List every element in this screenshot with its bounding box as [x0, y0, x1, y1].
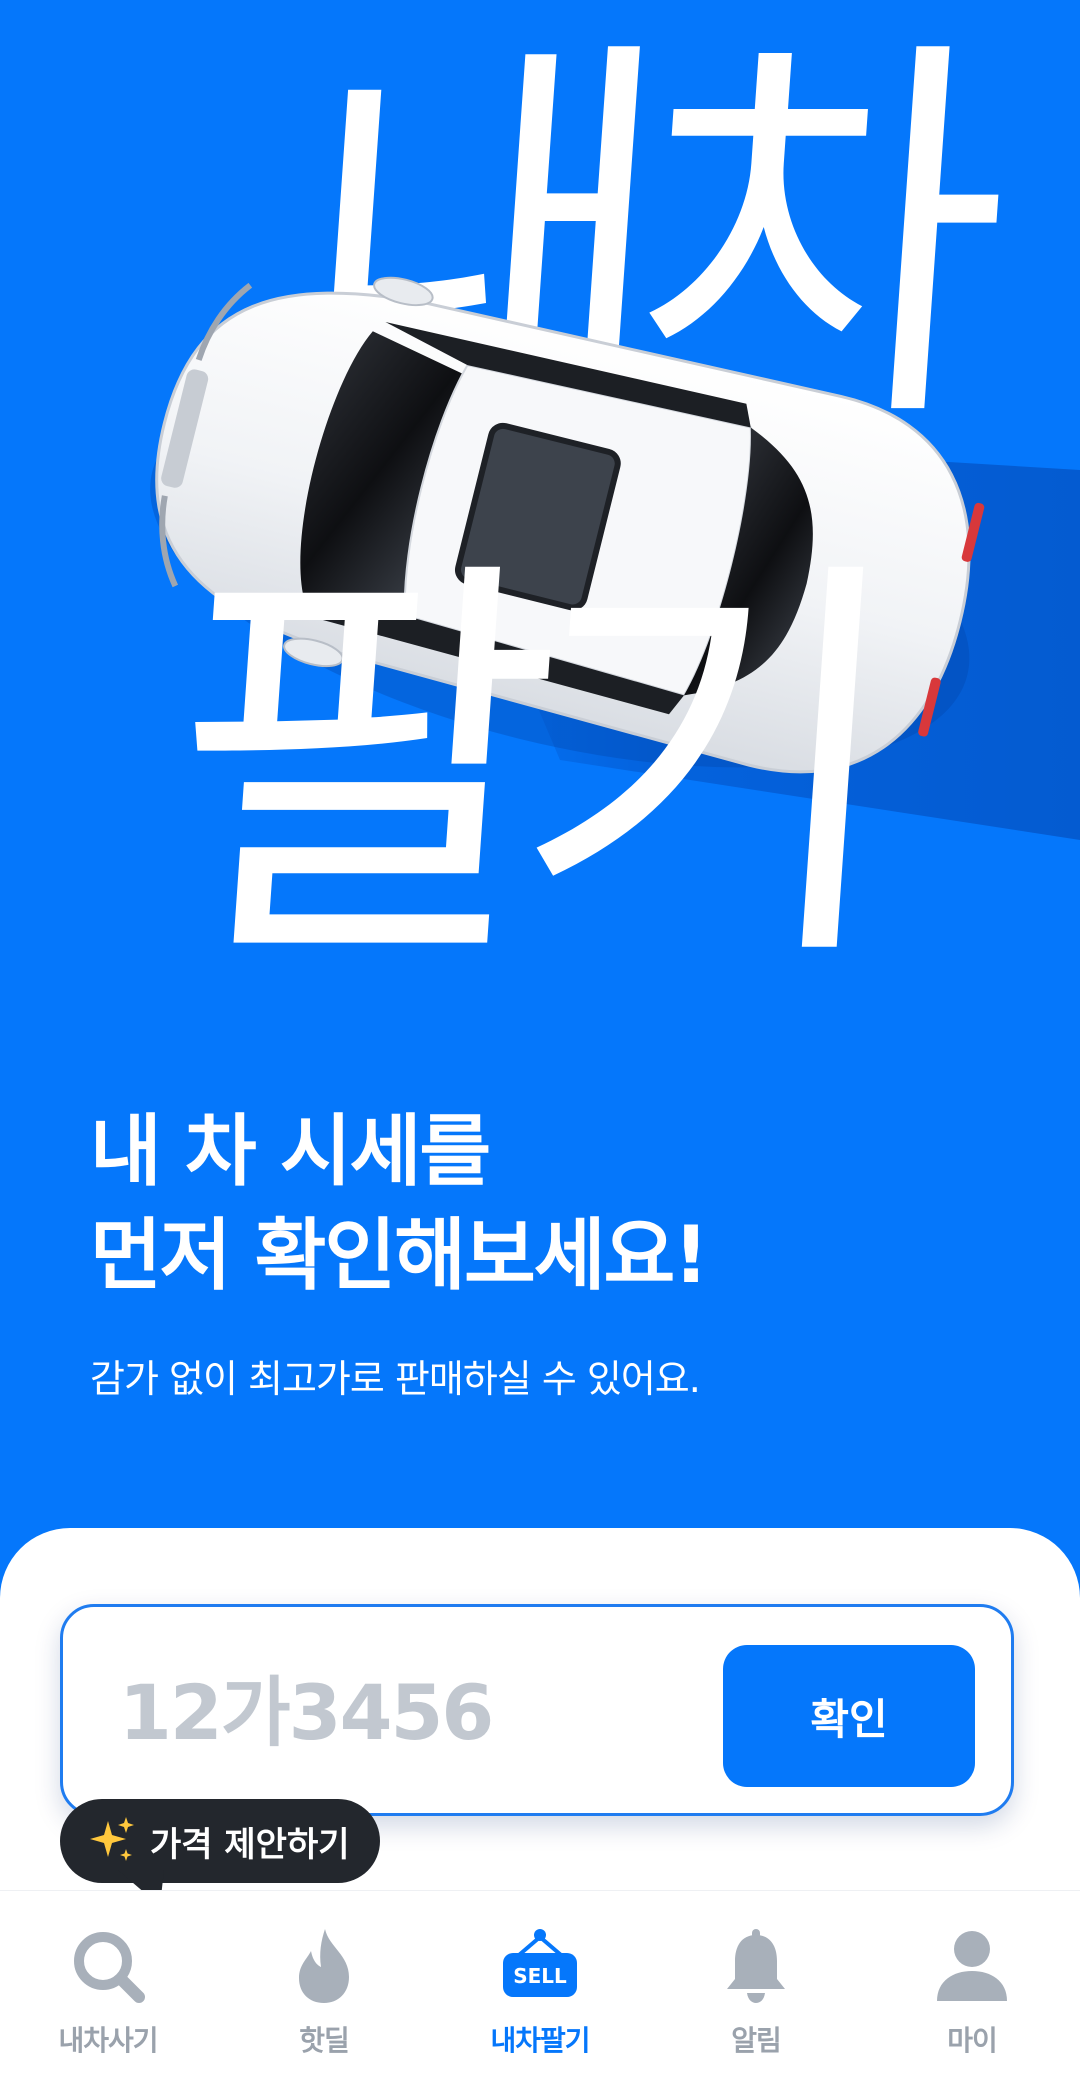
price-offer-tooltip[interactable]: 가격 제안하기 [60, 1799, 380, 1883]
tab-label: 내차사기 [58, 2024, 158, 2057]
tab-sell-car[interactable]: SELL 내차팔기 [432, 1891, 648, 2098]
headline-line-1: 내 차 시세를 [90, 1107, 491, 1197]
plate-number-form: 확인 [60, 1604, 1014, 1816]
hero-banner: 내차 팔기 내 차 시세를 먼저 확인해보세요! 감가 없이 최고가로 판매하실… [0, 0, 1080, 1600]
tab-label: 마이 [947, 2024, 998, 2057]
bottom-tab-bar: 내차사기 핫딜 SELL 내차팔기 알림 마이 [0, 1890, 1080, 2098]
headline-line-2: 먼저 확인해보세요! [90, 1211, 709, 1301]
hero-big-text-bottom: 팔기 [152, 525, 880, 1014]
tab-buy-car[interactable]: 내차사기 [0, 1891, 216, 2098]
page-headline: 내 차 시세를 먼저 확인해보세요! [90, 1100, 709, 1308]
confirm-button[interactable]: 확인 [723, 1645, 975, 1787]
fire-icon [299, 1929, 349, 2003]
sell-sign-text: SELL [513, 1964, 567, 1988]
tab-label: 알림 [731, 2024, 782, 2057]
search-icon [74, 1932, 145, 2003]
tab-notifications[interactable]: 알림 [648, 1891, 864, 2098]
tab-hot-deal[interactable]: 핫딜 [216, 1891, 432, 2098]
tooltip-label: 가격 제안하기 [150, 1824, 350, 1865]
sell-sign-icon: SELL [503, 1929, 577, 1997]
person-icon [937, 1931, 1007, 2001]
tab-my-page[interactable]: 마이 [864, 1891, 1080, 2098]
bell-icon [727, 1929, 785, 2003]
sparkles-icon [90, 1817, 134, 1861]
tab-label: 내차팔기 [490, 2024, 590, 2057]
plate-number-input[interactable] [119, 1657, 719, 1767]
tab-label: 핫딜 [299, 2024, 350, 2057]
page-subtitle: 감가 없이 최고가로 판매하실 수 있어요. [90, 1357, 701, 1401]
